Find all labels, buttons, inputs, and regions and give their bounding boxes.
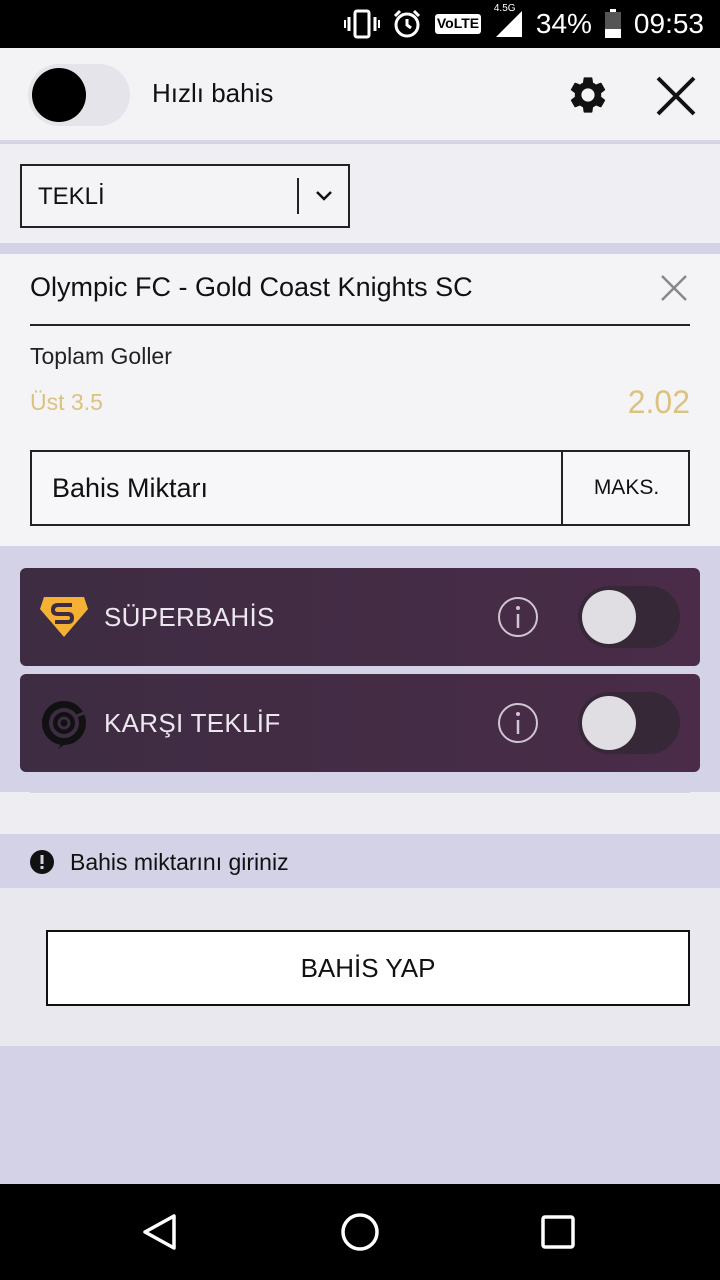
place-bet-button[interactable]: BAHİS YAP bbox=[46, 930, 690, 1006]
toggle-knob bbox=[32, 68, 86, 122]
odds-value: 2.02 bbox=[627, 384, 690, 420]
superbet-label: SÜPERBAHİS bbox=[104, 602, 275, 632]
info-icon[interactable] bbox=[497, 702, 539, 744]
warning-text: Bahis miktarını giriniz bbox=[70, 849, 289, 875]
stake-field-group: MAKS. bbox=[30, 450, 690, 526]
quick-bet-toggle[interactable] bbox=[28, 64, 130, 126]
battery-percent: 34% bbox=[535, 8, 592, 39]
warning-banner: Bahis miktarını giriniz bbox=[0, 834, 720, 888]
divider bbox=[30, 792, 690, 793]
market-name: Toplam Goller bbox=[30, 343, 172, 369]
status-bar: VoLTE 4.5G 34% 09:53 bbox=[0, 0, 720, 48]
vibrate-icon bbox=[343, 9, 380, 39]
divider bbox=[30, 324, 690, 326]
close-icon[interactable] bbox=[652, 72, 700, 120]
bet-slip-header: Hızlı bahis bbox=[0, 48, 720, 142]
info-icon[interactable] bbox=[497, 596, 539, 638]
bet-type-value: TEKLİ bbox=[38, 183, 105, 210]
navigation-bar bbox=[0, 1184, 720, 1280]
match-title: Olympic FC - Gold Coast Knights SC bbox=[30, 272, 473, 302]
dropdown-divider bbox=[297, 178, 299, 214]
clock: 09:53 bbox=[633, 8, 704, 39]
quick-bet-label: Hızlı bahis bbox=[152, 78, 274, 108]
recent-apps-icon[interactable] bbox=[540, 1214, 576, 1250]
remove-selection-close-icon[interactable] bbox=[660, 274, 688, 302]
spacer bbox=[0, 792, 720, 834]
home-icon[interactable] bbox=[340, 1212, 380, 1252]
signal-icon: 4.5G bbox=[494, 3, 524, 39]
alert-icon bbox=[30, 850, 54, 874]
bet-selection-card: Olympic FC - Gold Coast Knights SC Topla… bbox=[0, 254, 720, 546]
place-bet-section: BAHİS YAP bbox=[0, 888, 720, 1046]
stake-input[interactable] bbox=[52, 473, 532, 504]
bet-type-dropdown[interactable]: TEKLİ bbox=[20, 164, 350, 228]
counter-offer-row: KARŞI TEKLİF bbox=[20, 674, 700, 772]
bet-type-section: TEKLİ bbox=[0, 144, 720, 248]
volte-icon: VoLTE bbox=[434, 13, 482, 35]
superbet-row: SÜPERBAHİS bbox=[20, 568, 700, 666]
chevron-down-icon bbox=[312, 184, 336, 208]
toggle-knob bbox=[582, 590, 636, 644]
counter-offer-label: KARŞI TEKLİF bbox=[104, 708, 281, 738]
settings-gear-icon[interactable] bbox=[566, 73, 610, 117]
superbet-toggle[interactable] bbox=[578, 586, 680, 648]
superbet-icon bbox=[38, 591, 90, 643]
selection-name: Üst 3.5 bbox=[30, 389, 103, 415]
toggle-knob bbox=[582, 696, 636, 750]
bet-features: SÜPERBAHİS KARŞI TEKLİF bbox=[0, 546, 720, 792]
counter-offer-icon bbox=[38, 697, 90, 749]
max-stake-button[interactable]: MAKS. bbox=[561, 452, 690, 524]
counter-offer-toggle[interactable] bbox=[578, 692, 680, 754]
alarm-icon bbox=[392, 9, 422, 39]
battery-icon bbox=[604, 9, 622, 39]
back-icon[interactable] bbox=[140, 1212, 180, 1252]
